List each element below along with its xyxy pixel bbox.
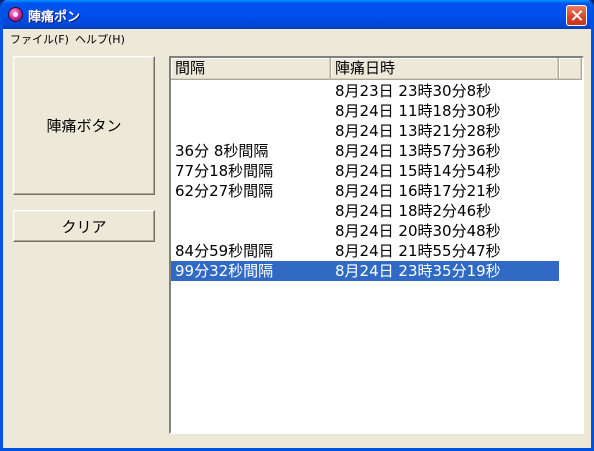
table-row[interactable]: 36分 8秒間隔 8月24日 13時57分36秒 <box>171 141 582 161</box>
column-header-filler <box>559 58 582 80</box>
interval-cell <box>171 201 331 221</box>
table-row[interactable]: 77分18秒間隔 8月24日 15時14分54秒 <box>171 161 582 181</box>
close-button[interactable] <box>566 5 587 26</box>
list-rows: 8月23日 23時30分8秒 8月24日 11時18分30秒 8月24日 13時… <box>171 81 582 281</box>
datetime-cell: 8月24日 15時14分54秒 <box>335 162 501 180</box>
datetime-cell: 8月24日 13時57分36秒 <box>335 142 501 160</box>
table-row[interactable]: 8月24日 11時18分30秒 <box>171 101 582 121</box>
datetime-cell: 8月23日 23時30分8秒 <box>335 82 492 100</box>
contraction-list[interactable]: 間隔 陣痛日時 8月23日 23時30分8秒 8月24日 11時18分30秒 8… <box>169 56 584 434</box>
interval-cell: 84分59秒間隔 <box>175 242 274 260</box>
table-row-selected[interactable]: 99分32秒間隔 8月24日 23時35分19秒 <box>171 261 582 281</box>
menu-help[interactable]: ヘルプ(H) <box>75 31 125 47</box>
datetime-cell: 8月24日 20時30分48秒 <box>335 222 501 240</box>
menu-bar: ファイル(F) ヘルプ(H) <box>3 29 591 48</box>
list-header: 間隔 陣痛日時 <box>171 58 582 80</box>
table-row[interactable]: 8月24日 18時2分46秒 <box>171 201 582 221</box>
interval-cell <box>171 81 331 101</box>
interval-cell <box>171 101 331 121</box>
datetime-cell: 8月24日 23時35分19秒 <box>331 261 559 281</box>
datetime-cell: 8月24日 11時18分30秒 <box>335 102 501 120</box>
clear-button[interactable]: クリア <box>13 210 155 242</box>
table-row[interactable]: 8月24日 13時21分28秒 <box>171 121 582 141</box>
table-row[interactable]: 8月24日 20時30分48秒 <box>171 221 582 241</box>
app-window: 陣痛ポン ファイル(F) ヘルプ(H) 陣痛ボタン クリア 間隔 陣痛日時 8月… <box>0 0 594 451</box>
interval-cell <box>171 121 331 141</box>
interval-cell <box>171 221 331 241</box>
table-row[interactable]: 84分59秒間隔 8月24日 21時55分47秒 <box>171 241 582 261</box>
table-row[interactable]: 8月23日 23時30分8秒 <box>171 81 582 101</box>
datetime-cell: 8月24日 21時55分47秒 <box>335 242 501 260</box>
column-header-datetime[interactable]: 陣痛日時 <box>331 58 559 80</box>
interval-cell: 99分32秒間隔 <box>171 261 331 281</box>
menu-file[interactable]: ファイル(F) <box>10 31 69 47</box>
interval-cell: 36分 8秒間隔 <box>175 142 269 160</box>
app-icon[interactable] <box>8 7 23 22</box>
title-bar[interactable]: 陣痛ポン <box>3 0 591 29</box>
window-title: 陣痛ポン <box>28 10 81 25</box>
interval-cell: 77分18秒間隔 <box>175 162 274 180</box>
datetime-cell: 8月24日 18時2分46秒 <box>335 202 492 220</box>
table-row[interactable]: 62分27秒間隔 8月24日 16時17分21秒 <box>171 181 582 201</box>
interval-cell: 62分27秒間隔 <box>175 182 274 200</box>
contraction-button[interactable]: 陣痛ボタン <box>13 56 155 195</box>
datetime-cell: 8月24日 13時21分28秒 <box>335 122 501 140</box>
datetime-cell: 8月24日 16時17分21秒 <box>335 182 501 200</box>
column-header-interval[interactable]: 間隔 <box>171 58 331 80</box>
